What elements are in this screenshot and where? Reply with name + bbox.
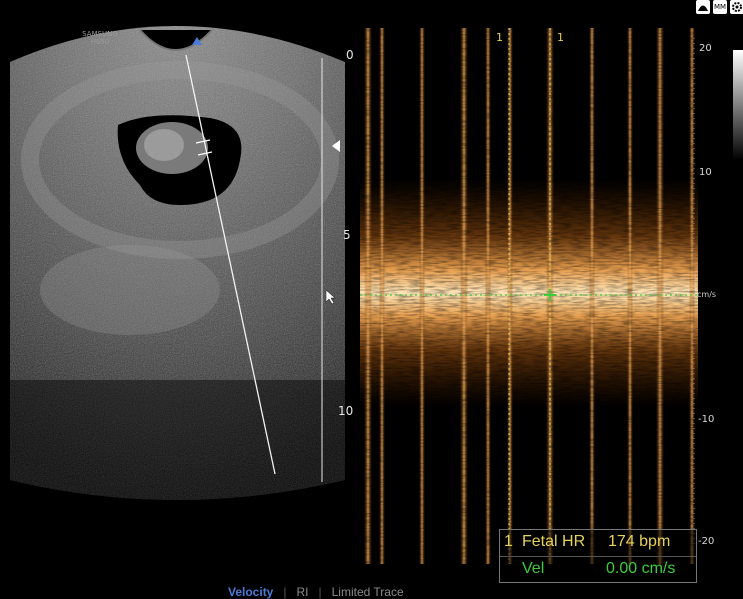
- model-name: HS50: [90, 38, 110, 46]
- caliper-label-end: 1: [557, 31, 564, 44]
- settings-icon[interactable]: [730, 0, 743, 14]
- grayscale-bar: [733, 50, 743, 160]
- focus-marker-icon[interactable]: [332, 140, 342, 152]
- velocity-unit-label: cm/s: [697, 290, 717, 299]
- velocity-tick-neg10: -10: [698, 414, 715, 425]
- caliper-label-start: 1: [496, 31, 503, 44]
- menu-item-velocity[interactable]: Velocity: [228, 585, 273, 599]
- measurement-index: 1: [504, 533, 513, 550]
- brand-name: SAMSUNG: [82, 30, 118, 38]
- menu-separator: |: [318, 585, 322, 599]
- patient-icon[interactable]: [696, 0, 710, 14]
- footer-menu: Velocity | RI | Limited Trace: [228, 585, 404, 599]
- velocity-tick-20: 20: [699, 43, 712, 54]
- top-status-icons: MM: [696, 0, 743, 18]
- velocity-tick-10: 10: [699, 167, 712, 178]
- menu-item-limited-trace[interactable]: Limited Trace: [332, 585, 404, 599]
- depth-label-5: 5: [343, 228, 351, 242]
- mm-icon[interactable]: MM: [713, 0, 727, 14]
- depth-label-10: 10: [338, 404, 354, 418]
- expand-up-icon[interactable]: [192, 37, 202, 45]
- pointer-cursor-icon: [326, 290, 336, 304]
- velocity-tick-neg20: -20: [698, 536, 715, 547]
- measurement-result-box: 1 Fetal HR 174 bpm Vel 0.00 cm/s: [499, 529, 697, 583]
- fetal-hr-label: Fetal HR: [522, 533, 586, 550]
- menu-item-ri[interactable]: RI: [296, 585, 308, 599]
- depth-label-0: 0: [346, 48, 354, 62]
- velocity-row: Vel 0.00 cm/s: [500, 556, 696, 582]
- fetal-hr-value: 174 bpm: [608, 533, 671, 550]
- velocity-label: Vel: [522, 560, 545, 577]
- menu-separator: |: [283, 585, 287, 599]
- device-brand-label: SAMSUNG HS50: [80, 30, 120, 46]
- bmode-sector-image: [10, 26, 345, 500]
- fetal-hr-row: 1 Fetal HR 174 bpm: [500, 530, 696, 557]
- velocity-value: 0.00 cm/s: [606, 560, 676, 577]
- doppler-spectrum-display: [360, 28, 698, 564]
- mm-icon-label: MM: [713, 3, 727, 11]
